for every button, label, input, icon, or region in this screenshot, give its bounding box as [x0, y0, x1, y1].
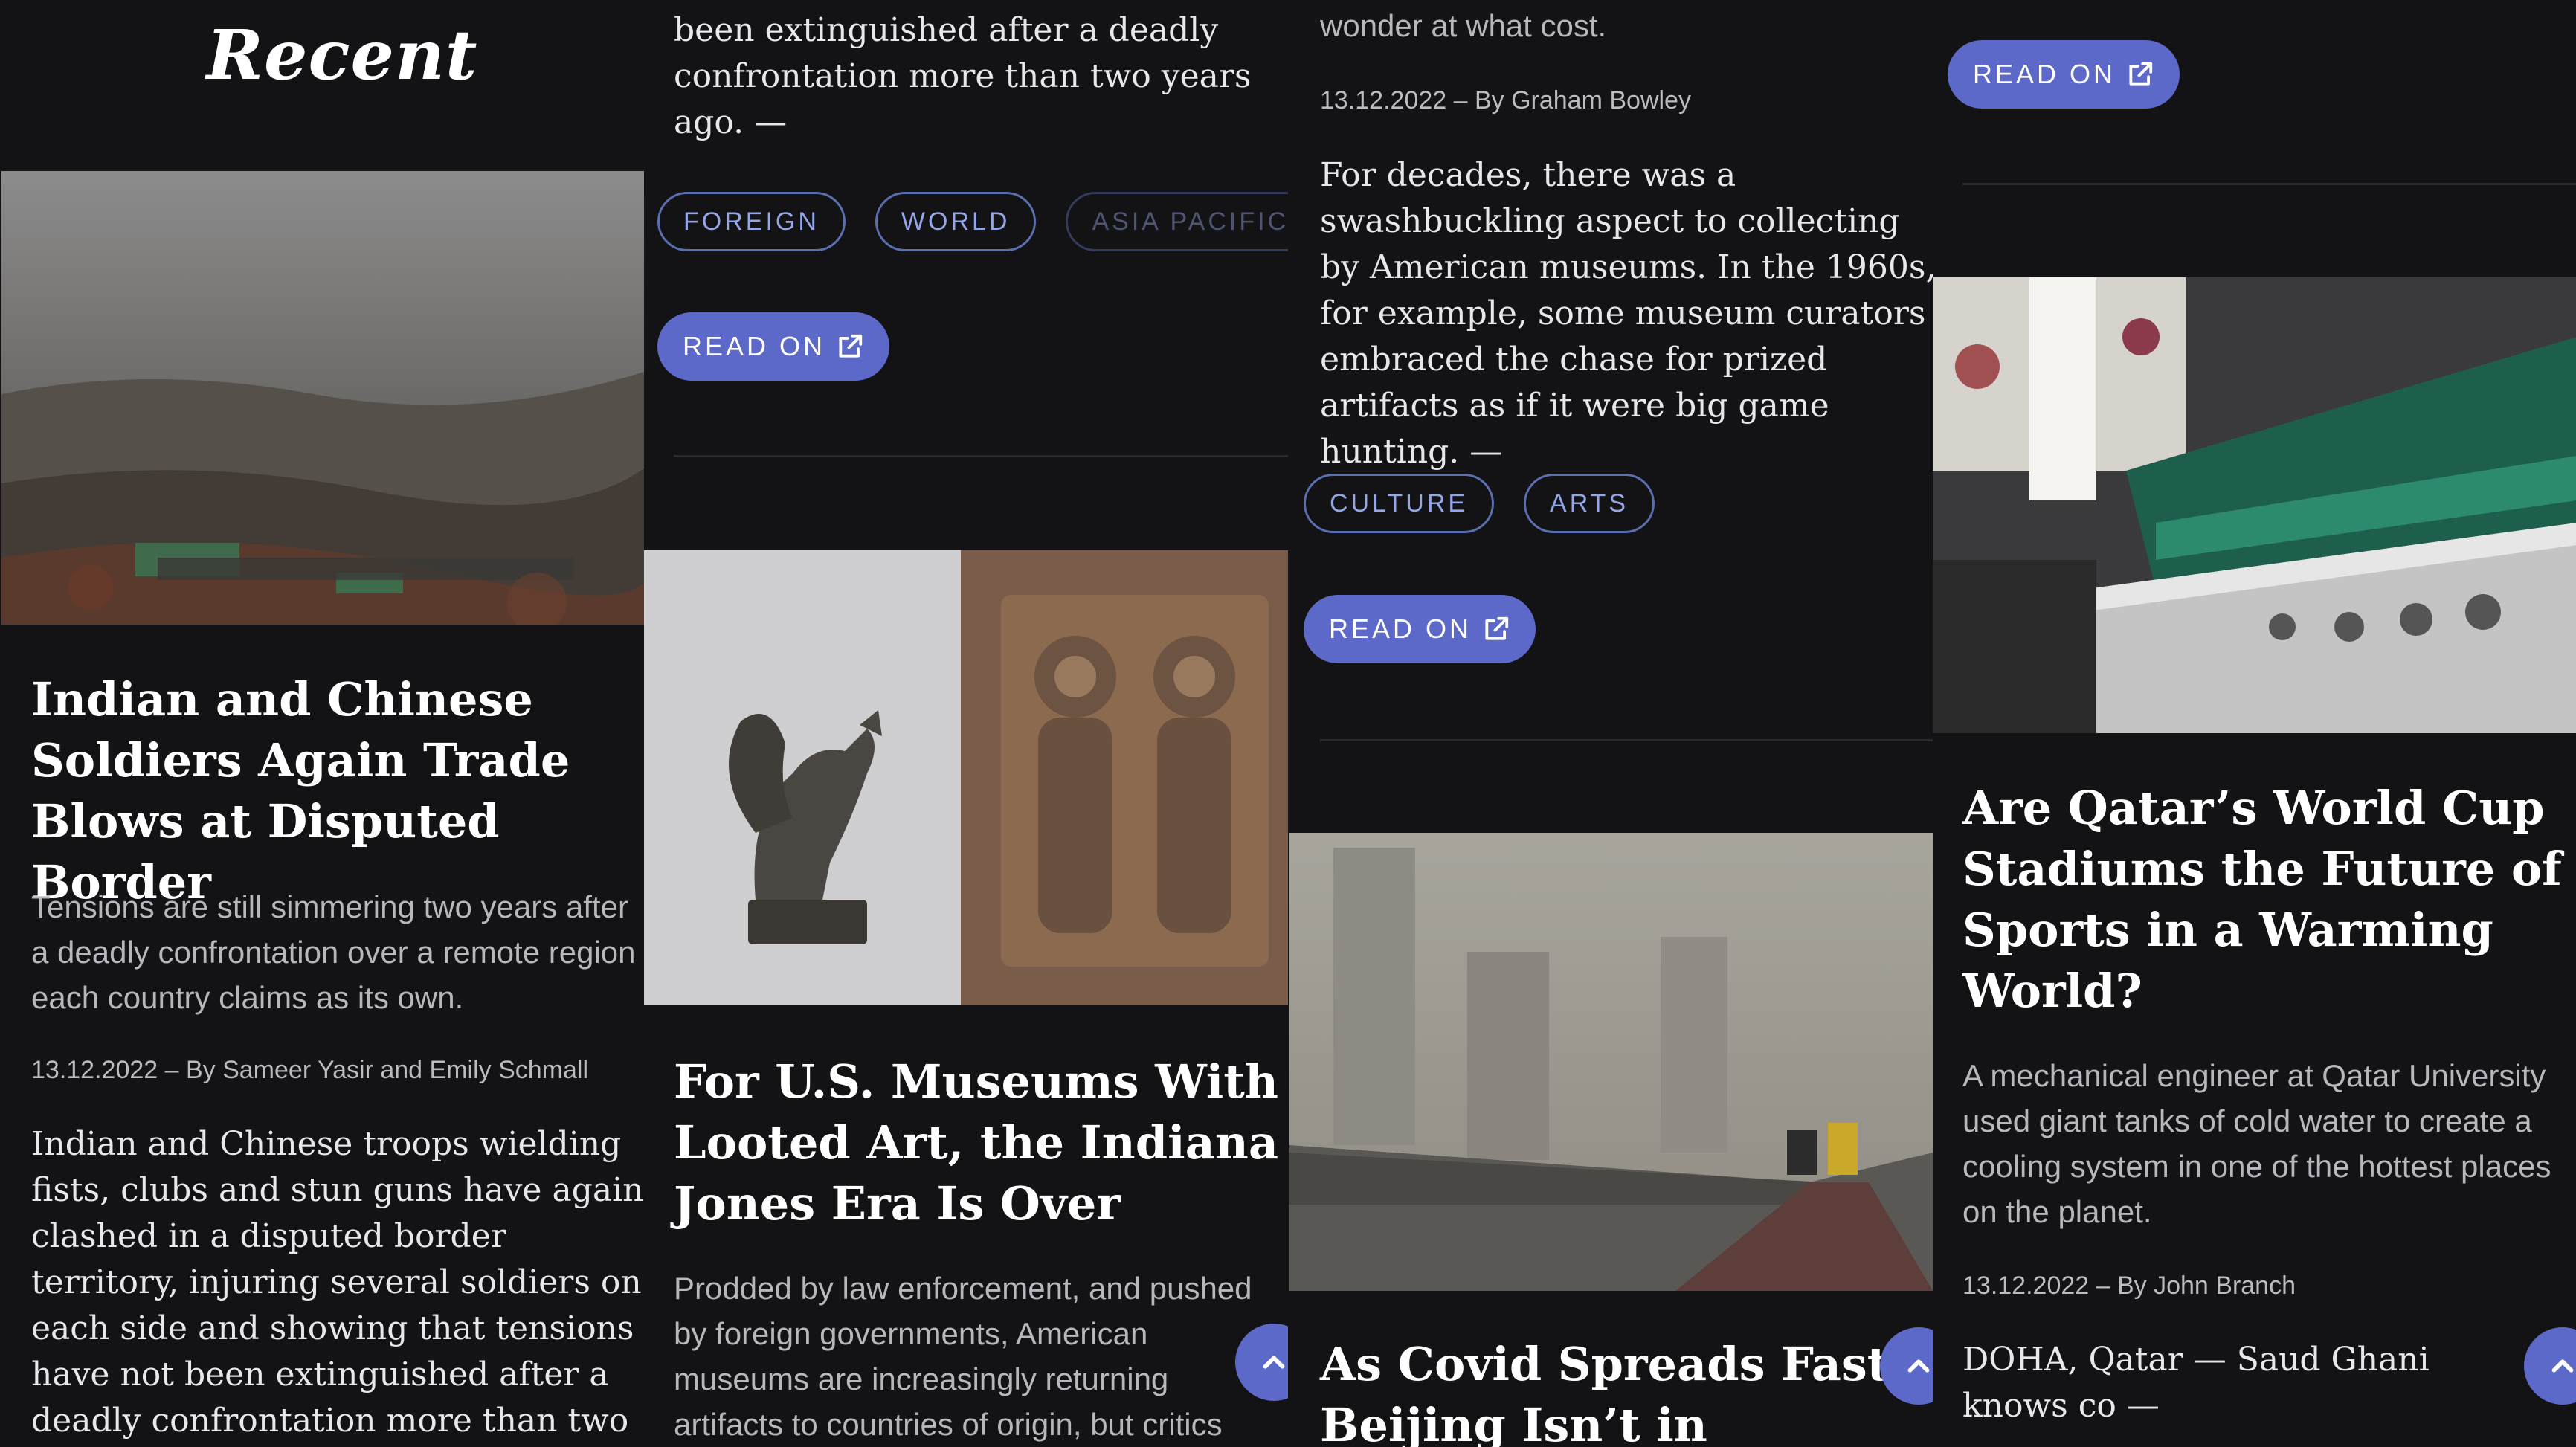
article-divider: [674, 455, 1288, 457]
article-column-2: been extinguished after a deadly confron…: [644, 0, 1288, 1447]
article-image-border[interactable]: [1, 171, 644, 625]
article-image-stadium[interactable]: [1933, 277, 2576, 733]
article-column-3: wonder at what cost. 13.12.2022 – By Gra…: [1289, 0, 1933, 1447]
read-on-label: READ ON: [683, 331, 826, 361]
read-on-button[interactable]: READ ON: [1948, 40, 2180, 109]
scroll-top-button[interactable]: [2524, 1327, 2576, 1405]
article-summary: A mechanical engineer at Qatar Universit…: [1962, 1058, 2551, 1229]
tag-list: CULTURE ARTS: [1304, 474, 1655, 533]
read-on-label: READ ON: [1973, 59, 2116, 89]
article-image-artifacts[interactable]: [644, 550, 1288, 1005]
article-meta: 13.12.2022 – By John Branch: [1962, 1272, 2296, 1300]
article-image-beijing[interactable]: [1289, 833, 1933, 1291]
article-lead: For decades, there was a swashbuckling a…: [1320, 156, 1933, 471]
external-link-icon: [2129, 62, 2153, 86]
tag-arts[interactable]: ARTS: [1524, 474, 1655, 533]
article-title[interactable]: As Covid Spreads Fast, Beijing Isn’t in …: [1320, 1334, 1933, 1447]
external-link-icon: [1485, 616, 1509, 640]
article-summary: Prodded by law enforcement, and pushed b…: [674, 1271, 1252, 1442]
read-on-button[interactable]: READ ON: [657, 312, 890, 381]
article-lead: Indian and Chinese troops wielding fists…: [31, 1125, 644, 1440]
read-on-button[interactable]: READ ON: [1304, 595, 1536, 663]
article-meta: 13.12.2022 – By Graham Bowley: [1320, 86, 1691, 115]
tag-foreign[interactable]: FOREIGN: [657, 192, 846, 251]
chevron-up-icon: [2551, 1359, 2574, 1373]
article-title[interactable]: For U.S. Museums With Looted Art, the In…: [674, 1051, 1284, 1234]
article-summary-tail: wonder at what cost.: [1320, 8, 1607, 43]
article-title[interactable]: Are Qatar’s World Cup Stadiums the Futur…: [1962, 778, 2572, 1022]
article-lead: DOHA, Qatar — Saud Ghani knows co —: [1962, 1341, 2430, 1425]
tag-asia-pacific[interactable]: ASIA PACIFIC: [1066, 192, 1288, 251]
tag-culture[interactable]: CULTURE: [1304, 474, 1495, 533]
section-title: Recent: [206, 15, 478, 95]
tag-list: FOREIGN WORLD ASIA PACIFIC: [657, 192, 1288, 251]
article-summary: Tensions are still simmering two years a…: [31, 889, 636, 1015]
read-on-label: READ ON: [1329, 613, 1472, 644]
article-divider: [1320, 739, 1933, 741]
chevron-up-icon: [1907, 1359, 1930, 1373]
article-divider: [1962, 183, 2576, 185]
article-meta: 13.12.2022 – By Sameer Yasir and Emily S…: [31, 1056, 589, 1084]
external-link-icon: [839, 334, 863, 358]
tag-world[interactable]: WORLD: [875, 192, 1037, 251]
article-column-4: READ ON Are Qatar’s World Cup Stadiums t…: [1933, 0, 2576, 1447]
article-title[interactable]: Indian and Chinese Soldiers Again Trade …: [31, 669, 641, 913]
chevron-up-icon: [1263, 1356, 1285, 1369]
article-lead-tail: been extinguished after a deadly confron…: [674, 11, 1252, 141]
article-column-1: Recent Indian and Chinese Soldiers Again…: [0, 0, 644, 1447]
